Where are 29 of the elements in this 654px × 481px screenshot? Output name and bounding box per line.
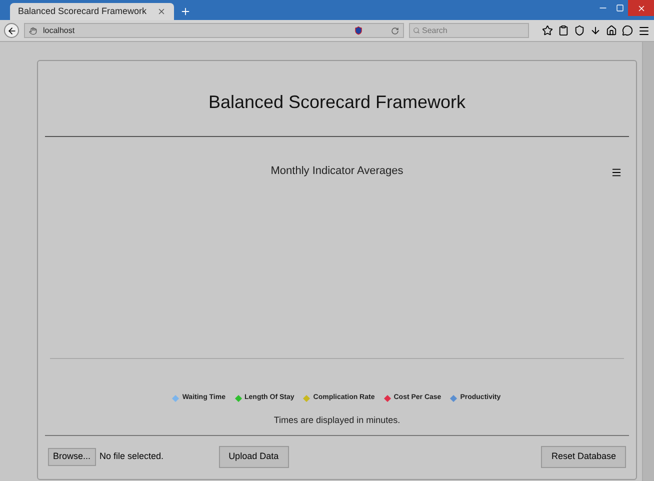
shield-icon[interactable] bbox=[574, 25, 585, 36]
menu-icon[interactable] bbox=[611, 167, 622, 178]
home-icon[interactable] bbox=[606, 25, 617, 36]
page-title: Balanced Scorecard Framework bbox=[45, 61, 629, 137]
scrollbar[interactable] bbox=[642, 42, 654, 481]
close-icon[interactable] bbox=[156, 7, 166, 16]
shield-icon[interactable] bbox=[354, 26, 363, 35]
browser-tab[interactable]: Balanced Scorecard Framework bbox=[10, 3, 174, 20]
upload-button[interactable]: Upload Data bbox=[218, 446, 289, 468]
download-icon[interactable] bbox=[590, 25, 601, 36]
star-icon[interactable] bbox=[542, 25, 553, 36]
back-button[interactable] bbox=[4, 23, 19, 38]
menu-icon[interactable] bbox=[638, 24, 650, 36]
note: Times are displayed in minutes. bbox=[45, 404, 629, 436]
back-arrow-icon bbox=[6, 26, 16, 36]
reset-button[interactable]: Reset Database bbox=[541, 446, 626, 468]
chart-title: Monthly Indicator Averages bbox=[270, 164, 404, 179]
browse-button[interactable]: Browse... bbox=[48, 448, 96, 466]
address-bar[interactable]: localhost bbox=[24, 23, 404, 38]
file-status: No file selected. bbox=[100, 450, 164, 464]
maximize-icon[interactable] bbox=[616, 4, 624, 12]
new-tab-icon[interactable] bbox=[180, 6, 191, 17]
close-icon bbox=[636, 4, 646, 12]
hand-icon[interactable] bbox=[29, 26, 37, 34]
clipboard-icon[interactable] bbox=[558, 25, 569, 36]
close-window-button[interactable] bbox=[628, 0, 654, 16]
chat-icon[interactable] bbox=[622, 25, 633, 36]
reload-icon[interactable] bbox=[391, 26, 399, 34]
search-icon bbox=[413, 27, 420, 34]
